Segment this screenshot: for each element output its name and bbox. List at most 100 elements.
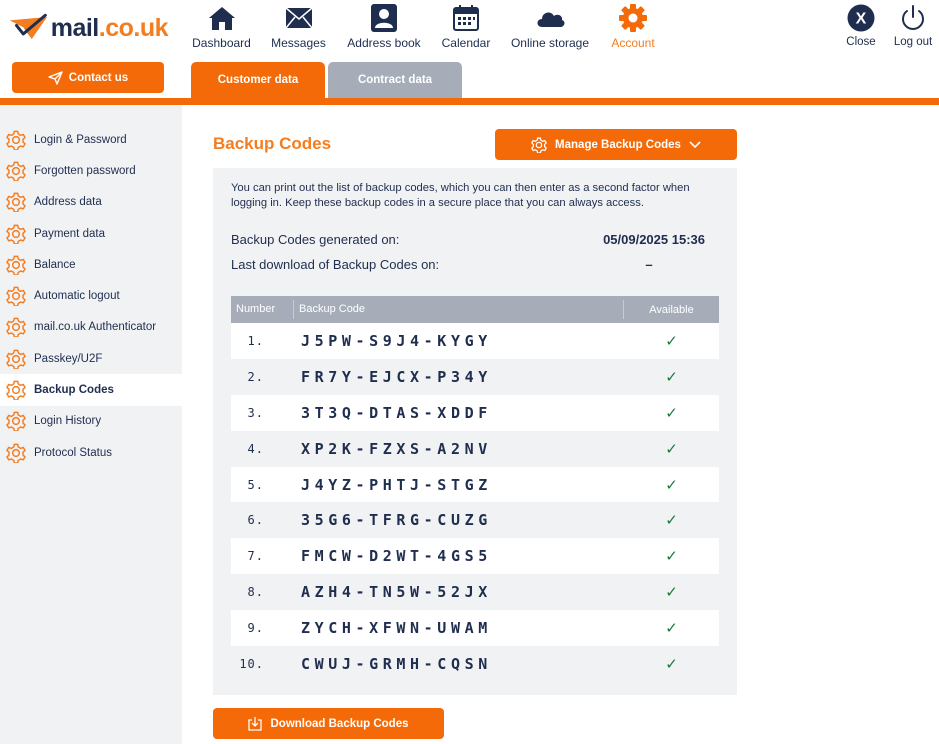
sidebar-item[interactable]: Login & Password	[0, 124, 182, 155]
nav-account-label: Account	[611, 36, 655, 50]
house-icon	[208, 6, 235, 30]
sidebar-item-label: Address data	[34, 196, 102, 209]
cloud-icon	[537, 12, 565, 27]
download-backup-codes-button[interactable]: Download Backup Codes	[213, 708, 444, 739]
gear-icon	[619, 4, 647, 32]
sidebar-menu: Login & Password Forgotten password Addres…	[0, 105, 182, 468]
sidebar-item[interactable]: Balance	[0, 249, 182, 280]
logo-wordmark: mail.co.uk	[50, 13, 169, 43]
backup-code: J4YZ-PHTJ-STGZ	[301, 475, 492, 494]
sidebar-item-label: Passkey/U2F	[34, 352, 103, 365]
sidebar-item[interactable]: Protocol Status	[0, 437, 182, 468]
backup-codes-table: Number Backup Code Available 1. J5PW-S9J4…	[231, 296, 719, 682]
backup-code: CWUJ-GRMH-CQSN	[301, 654, 492, 673]
tab-customer-data[interactable]: Customer data	[191, 62, 325, 98]
sidebar-item-label: Backup Codes	[34, 384, 114, 397]
mail-logo[interactable]: mail.co.uk	[8, 8, 169, 48]
row-number: 7.	[247, 549, 264, 564]
nav-messages[interactable]: Messages	[253, 0, 344, 50]
last-download-value: –	[645, 257, 653, 272]
availability-check: ✓	[665, 512, 678, 530]
table-row: 5. J4YZ-PHTJ-STGZ ✓	[231, 466, 719, 503]
nav-online-storage[interactable]: Online storage	[508, 0, 592, 50]
availability-check: ✓	[665, 368, 678, 386]
sidebar-item-label: Forgotten password	[34, 164, 136, 177]
availability-check: ✓	[665, 404, 678, 422]
close-icon: X	[847, 4, 875, 32]
sidebar-item[interactable]: Payment data	[0, 218, 182, 249]
sidebar-item-label: Automatic logout	[34, 290, 120, 303]
sidebar-item[interactable]: Backup Codes	[0, 374, 182, 406]
account-tabs: Customer data Contract data	[191, 62, 462, 98]
table-row: 9. ZYCH-XFWN-UWAM ✓	[231, 610, 719, 647]
paper-plane-icon	[48, 70, 63, 85]
sidebar-item-label: Protocol Status	[34, 446, 112, 459]
sidebar-item[interactable]: Automatic logout	[0, 280, 182, 311]
backup-code: XP2K-FZXS-A2NV	[301, 439, 492, 458]
main-navigation: Dashboard Messages Address book Calendar	[190, 0, 674, 50]
header-available: Available	[649, 303, 694, 316]
download-backup-codes-label: Download Backup Codes	[270, 717, 409, 730]
table-row: 4. XP2K-FZXS-A2NV ✓	[231, 430, 719, 467]
top-header: mail.co.uk Contact us Dashboard Messages…	[0, 0, 939, 98]
header-number: Number	[231, 300, 294, 319]
sidebar-item[interactable]: Passkey/U2F	[0, 343, 182, 374]
backup-code: 3T3Q-DTAS-XDDF	[301, 403, 492, 422]
sidebar-item[interactable]: Address data	[0, 187, 182, 218]
sidebar-item-label: Payment data	[34, 227, 105, 240]
backup-code: ZYCH-XFWN-UWAM	[301, 619, 492, 638]
close-button[interactable]: X Close	[835, 0, 887, 50]
row-number: 8.	[247, 585, 264, 600]
nav-account[interactable]: Account	[592, 0, 674, 50]
sidebar-item[interactable]: Forgotten password	[0, 155, 182, 186]
intro-text: You can print out the list of backup cod…	[231, 182, 690, 209]
gear-icon	[6, 130, 26, 150]
row-number: 9.	[247, 621, 264, 636]
gear-icon	[6, 286, 26, 307]
header-backup-code: Backup Code	[294, 300, 624, 319]
table-row: 7. FMCW-D2WT-4GS5 ✓	[231, 538, 719, 575]
backup-code: J5PW-S9J4-KYGY	[301, 331, 492, 350]
contact-us-button[interactable]: Contact us	[12, 62, 164, 93]
backup-code: AZH4-TN5W-52JX	[301, 583, 492, 602]
availability-check: ✓	[665, 548, 678, 566]
gear-icon	[6, 255, 26, 275]
nav-dashboard[interactable]: Dashboard	[190, 0, 253, 50]
logo-name-main: mail	[50, 13, 100, 42]
sidebar-item[interactable]: mail.co.uk Authenticator	[0, 312, 182, 343]
nav-address-book[interactable]: Address book	[344, 0, 424, 50]
calendar-icon	[453, 5, 479, 31]
sidebar-item[interactable]: Login History	[0, 406, 182, 437]
gear-icon	[6, 411, 26, 432]
availability-check: ✓	[665, 584, 678, 602]
table-body: 1. J5PW-S9J4-KYGY ✓ 2. FR7Y-EJCX-P34Y ✓ 3. 3T3Q…	[231, 323, 719, 682]
gear-icon	[6, 224, 26, 244]
chevron-down-icon	[689, 140, 701, 148]
table-row: 2. FR7Y-EJCX-P34Y ✓	[231, 358, 719, 395]
gear-icon	[6, 161, 26, 181]
tab-contract-data[interactable]: Contract data	[328, 62, 462, 98]
nav-online-storage-label: Online storage	[510, 36, 590, 50]
table-header: Number Backup Code Available	[231, 296, 719, 323]
window-controls: X Close Log out	[835, 0, 939, 50]
sidebar-item-label: Login History	[34, 415, 102, 428]
row-number: 4.	[247, 441, 264, 456]
generated-on-row: Backup Codes generated on: 05/09/2025 15…	[231, 232, 705, 247]
close-label: Close	[846, 36, 876, 48]
logo-name-domain: .co.uk	[98, 13, 169, 42]
manage-backup-codes-label: Manage Backup Codes	[555, 138, 681, 151]
manage-backup-codes-button[interactable]: Manage Backup Codes	[495, 129, 737, 160]
availability-check: ✓	[665, 655, 678, 673]
availability-check: ✓	[665, 476, 678, 494]
page-title: Backup Codes	[213, 134, 332, 153]
nav-calendar[interactable]: Calendar	[424, 0, 508, 50]
gear-icon	[6, 349, 26, 369]
close-icon-text: X	[856, 11, 867, 28]
table-row: 1. J5PW-S9J4-KYGY ✓	[231, 323, 719, 359]
availability-check: ✓	[665, 332, 678, 350]
table-row: 10. CWUJ-GRMH-CQSN ✓	[231, 646, 719, 682]
envelope-icon	[284, 7, 313, 29]
table-row: 8. AZH4-TN5W-52JX ✓	[231, 574, 719, 611]
logout-button[interactable]: Log out	[887, 0, 939, 50]
gear-icon	[6, 317, 26, 338]
